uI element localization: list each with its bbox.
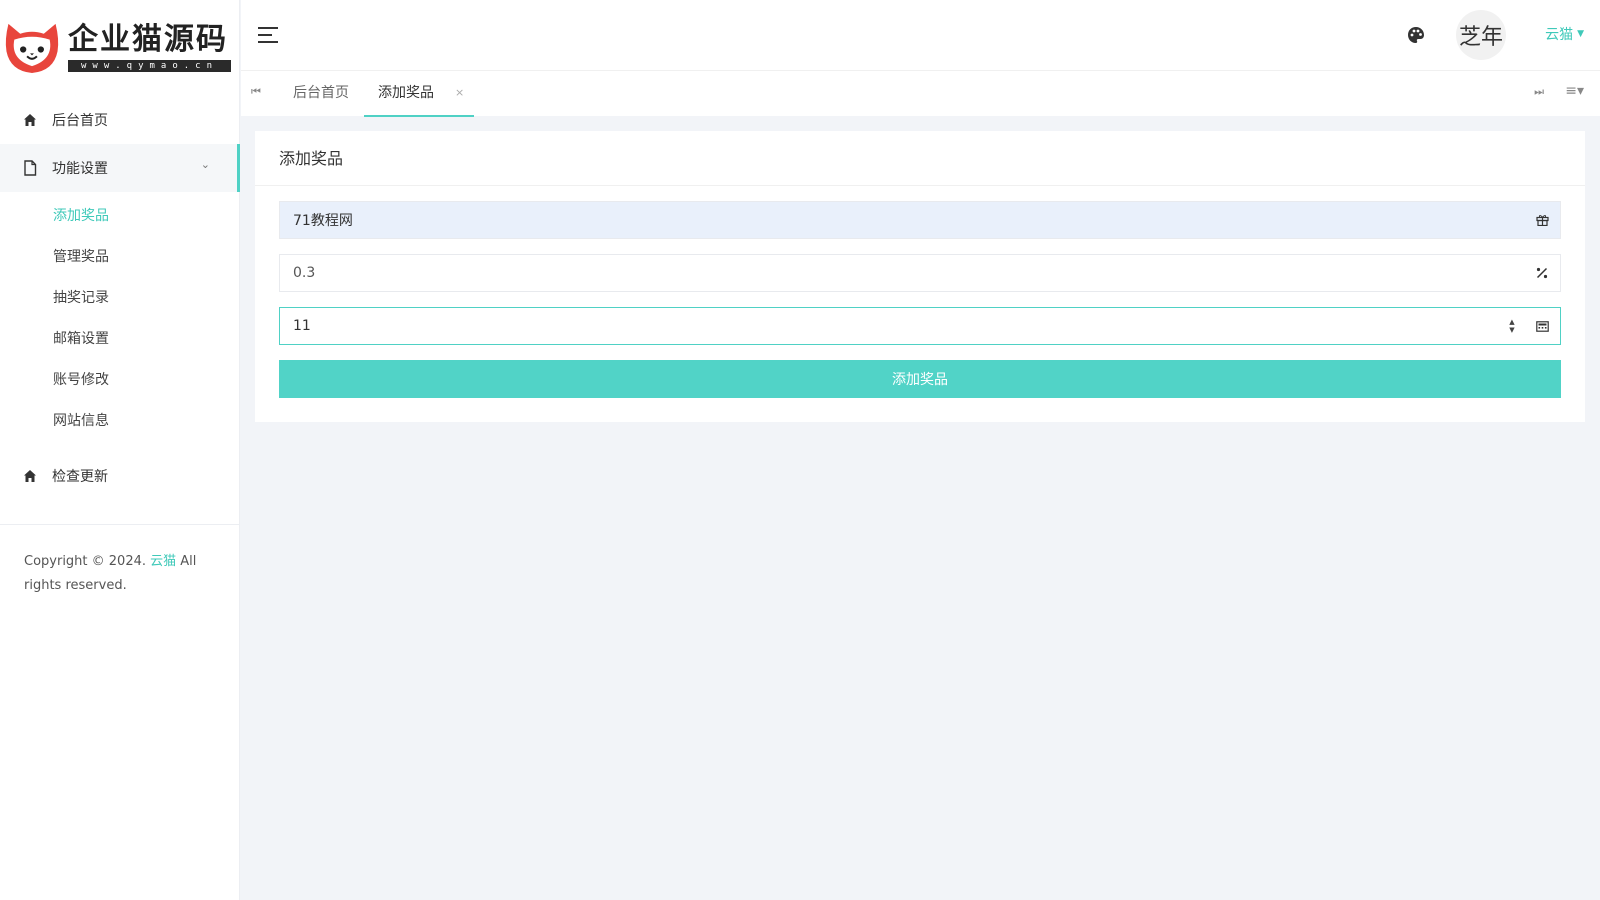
close-icon[interactable]: × <box>455 71 464 115</box>
sidebar: 企业猫源码 www.qymao.cn 后台首页 功能设置 ⌄ 添加奖品 管理奖品… <box>0 0 240 900</box>
prize-name-value: 71教程网 <box>293 213 353 229</box>
sidebar-item-home[interactable]: 后台首页 <box>0 96 240 144</box>
cat-logo-icon <box>5 23 59 74</box>
tab-scroll-left-icon[interactable]: ⏮ <box>251 85 261 99</box>
tab-menu-icon[interactable]: ≡▾ <box>1565 83 1584 99</box>
calculator-icon <box>1534 318 1550 334</box>
sidebar-item-label: 功能设置 <box>52 161 108 177</box>
sidebar-item-check-update[interactable]: 检查更新 <box>0 452 240 500</box>
stepper-down-icon[interactable]: ▼ <box>1509 326 1514 334</box>
user-menu[interactable]: 云猫 ▼ <box>1545 24 1584 44</box>
file-icon <box>22 160 38 176</box>
submenu-item-draw-records[interactable]: 抽奖记录 <box>0 278 240 319</box>
chevron-down-icon: ⌄ <box>200 158 210 171</box>
caret-down-icon: ▼ <box>1577 29 1584 39</box>
user-name: 云猫 <box>1545 27 1574 43</box>
menu-toggle-icon[interactable] <box>257 24 279 46</box>
tab-home[interactable]: 后台首页 <box>293 71 349 117</box>
add-prize-card: 添加奖品 71教程网 0.3 11 ▲ ▼ 添加奖品 <box>255 131 1585 422</box>
sidebar-item-label: 后台首页 <box>52 113 108 129</box>
tab-add-prize[interactable]: 添加奖品 × <box>364 71 474 117</box>
percent-icon <box>1534 265 1550 281</box>
sidebar-divider <box>0 524 240 525</box>
home-icon <box>22 112 38 128</box>
sidebar-item-settings[interactable]: 功能设置 ⌄ <box>0 144 240 192</box>
logo-name: 企业猫源码 <box>68 22 228 57</box>
stepper-up-icon[interactable]: ▲ <box>1509 318 1514 326</box>
palette-icon[interactable] <box>1407 26 1425 44</box>
tab-label: 添加奖品 <box>378 85 434 101</box>
add-prize-button[interactable]: 添加奖品 <box>279 360 1561 398</box>
probability-field[interactable]: 0.3 <box>279 254 1561 292</box>
submenu: 添加奖品 管理奖品 抽奖记录 邮箱设置 账号修改 网站信息 <box>0 192 240 450</box>
sidebar-item-label: 检查更新 <box>52 469 108 485</box>
logo[interactable]: 企业猫源码 www.qymao.cn <box>2 20 238 76</box>
quantity-field[interactable]: 11 ▲ ▼ <box>279 307 1561 345</box>
tab-label: 后台首页 <box>293 85 349 101</box>
submenu-item-email-settings[interactable]: 邮箱设置 <box>0 319 240 360</box>
submenu-item-site-info[interactable]: 网站信息 <box>0 401 240 442</box>
probability-value: 0.3 <box>293 265 316 281</box>
home-icon <box>22 468 38 484</box>
copyright-brand-link[interactable]: 云猫 <box>150 554 176 569</box>
submenu-item-manage-prizes[interactable]: 管理奖品 <box>0 237 240 278</box>
prize-name-field[interactable]: 71教程网 <box>279 201 1561 239</box>
copyright: Copyright © 2024. 云猫 All rights reserved… <box>24 550 214 598</box>
submenu-item-account[interactable]: 账号修改 <box>0 360 240 401</box>
tab-bar: ⏮ 后台首页 添加奖品 × ⏭ ≡▾ <box>241 70 1600 117</box>
tab-scroll-right-icon[interactable]: ⏭ <box>1534 85 1544 99</box>
submenu-item-add-prize[interactable]: 添加奖品 <box>0 196 240 237</box>
avatar[interactable]: 芝年 <box>1456 10 1506 60</box>
gift-icon <box>1534 212 1550 228</box>
sidebar-nav: 后台首页 功能设置 ⌄ 添加奖品 管理奖品 抽奖记录 邮箱设置 账号修改 网站信… <box>0 96 240 500</box>
top-header: 芝年 云猫 ▼ <box>241 0 1600 70</box>
copyright-prefix: Copyright © 2024. <box>24 554 151 569</box>
card-title: 添加奖品 <box>255 131 1585 186</box>
logo-url: www.qymao.cn <box>68 60 231 72</box>
quantity-value: 11 <box>293 318 311 334</box>
number-stepper[interactable]: ▲ ▼ <box>1506 317 1518 335</box>
